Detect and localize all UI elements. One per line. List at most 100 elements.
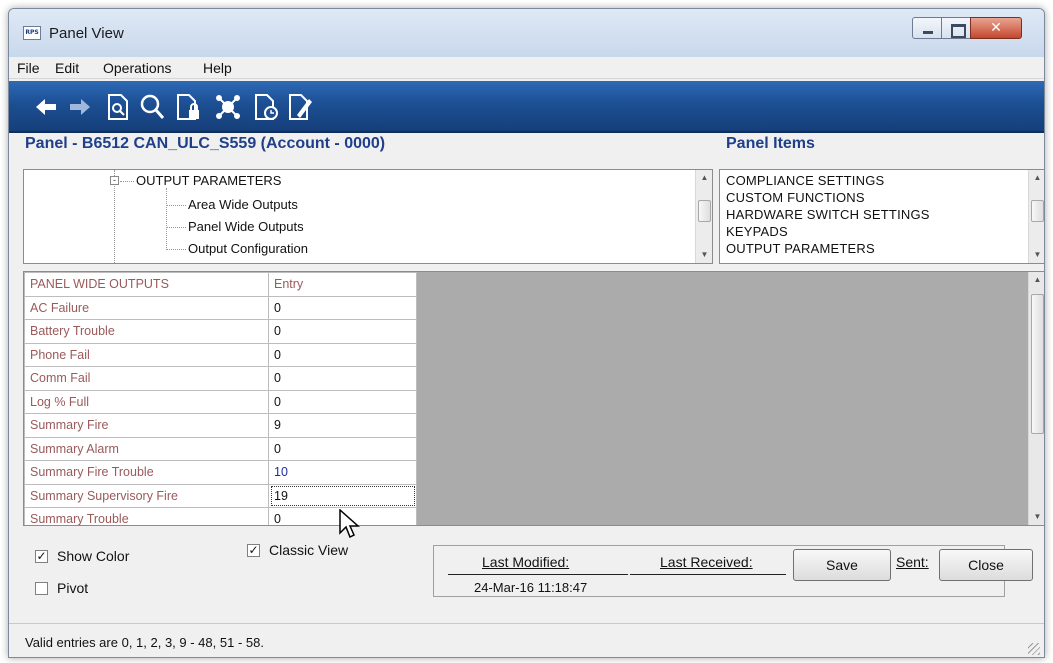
row-label: AC Failure	[24, 295, 269, 320]
tree-node-output-parameters[interactable]: OUTPUT PARAMETERS	[136, 173, 281, 188]
table-row: AC Failure 0	[24, 295, 417, 320]
network-icon[interactable]	[215, 93, 241, 121]
scroll-up-icon[interactable]: ▲	[1029, 170, 1044, 186]
forward-arrow-icon[interactable]	[67, 93, 93, 121]
app-icon: RPS	[23, 26, 41, 40]
last-modified-value: 24-Mar-16 11:18:47	[474, 580, 588, 595]
table-row: Summary Supervisory Fire 19	[24, 483, 417, 508]
save-button-label: Save	[826, 557, 858, 573]
window-title: Panel View	[49, 25, 124, 42]
table-row: Summary Alarm 0	[24, 436, 417, 461]
list-item[interactable]: CUSTOM FUNCTIONS	[726, 190, 865, 205]
panel-items-list[interactable]: COMPLIANCE SETTINGS CUSTOM FUNCTIONS HAR…	[719, 169, 1044, 264]
list-item[interactable]: COMPLIANCE SETTINGS	[726, 173, 884, 188]
table-row: Comm Fail 0	[24, 366, 417, 391]
table-row: Phone Fail 0	[24, 342, 417, 367]
tree-node-area-wide-outputs[interactable]: Area Wide Outputs	[188, 197, 298, 212]
table-row: Battery Trouble 0	[24, 319, 417, 344]
close-button[interactable]: Close	[939, 549, 1033, 581]
scroll-up-icon[interactable]: ▲	[1029, 272, 1044, 288]
status-text: Valid entries are 0, 1, 2, 3, 9 - 48, 51…	[25, 635, 264, 650]
row-label: Summary Supervisory Fire	[24, 483, 269, 508]
items-scrollbar[interactable]: ▲ ▼	[1028, 170, 1044, 263]
title-bar[interactable]: RPS Panel View ✕	[9, 9, 1044, 57]
panel-items-title: Panel Items	[726, 135, 815, 152]
pivot-checkbox[interactable]	[35, 582, 48, 595]
menu-operations[interactable]: Operations	[103, 60, 171, 76]
entry-cell[interactable]: 0	[268, 366, 417, 391]
scroll-thumb[interactable]	[698, 200, 711, 222]
scroll-thumb[interactable]	[1031, 294, 1044, 434]
magnifier-icon[interactable]	[139, 93, 165, 121]
document-search-icon[interactable]	[105, 93, 131, 121]
scroll-up-icon[interactable]: ▲	[696, 170, 712, 186]
tree-scrollbar[interactable]: ▲ ▼	[695, 170, 712, 263]
tree-line	[114, 186, 115, 263]
tree-node-output-configuration[interactable]: Output Configuration	[188, 241, 308, 256]
row-label: Battery Trouble	[24, 319, 269, 344]
entry-cell[interactable]: 9	[268, 413, 417, 438]
menu-bar: File Edit Operations Help	[9, 57, 1044, 79]
document-lock-icon[interactable]	[175, 93, 201, 121]
show-color-checkbox[interactable]: ✓	[35, 550, 48, 563]
list-item[interactable]: OUTPUT PARAMETERS	[726, 241, 875, 256]
panel-view-window: RPS Panel View ✕ File Edit Operations He…	[8, 8, 1045, 658]
status-bar: Valid entries are 0, 1, 2, 3, 9 - 48, 51…	[9, 623, 1044, 657]
menu-help[interactable]: Help	[203, 60, 232, 76]
classic-view-label: Classic View	[269, 542, 349, 558]
show-color-label: Show Color	[57, 548, 130, 564]
list-item[interactable]: KEYPADS	[726, 224, 788, 239]
scroll-down-icon[interactable]: ▼	[1029, 509, 1044, 525]
tree-line	[166, 205, 186, 206]
row-label: Comm Fail	[24, 366, 269, 391]
table-row: Summary Fire Trouble 10	[24, 460, 417, 485]
tree-line	[120, 181, 134, 182]
last-modified-label: Last Modified:	[482, 554, 570, 570]
entry-cell[interactable]: 0	[268, 295, 417, 320]
tree-line	[166, 227, 186, 228]
scroll-thumb[interactable]	[1031, 200, 1044, 222]
row-label: Log % Full	[24, 389, 269, 414]
close-icon: ✕	[990, 19, 1002, 35]
last-received-label: Last Received:	[660, 554, 753, 570]
minimize-button[interactable]	[912, 17, 942, 39]
mouse-pointer-icon	[339, 508, 361, 544]
sent-label: Sent:	[896, 554, 929, 570]
divider	[448, 574, 628, 575]
save-button[interactable]: Save	[793, 549, 891, 581]
toolbar	[9, 81, 1044, 133]
tree-line	[166, 249, 186, 250]
row-label: Summary Fire	[24, 413, 269, 438]
row-label: Summary Fire Trouble	[24, 460, 269, 485]
close-window-button[interactable]: ✕	[970, 17, 1022, 39]
divider	[630, 574, 786, 575]
table-header-row: PANEL WIDE OUTPUTS Entry	[24, 272, 417, 297]
back-arrow-icon[interactable]	[33, 93, 59, 121]
list-item[interactable]: HARDWARE SWITCH SETTINGS	[726, 207, 930, 222]
outputs-grid: PANEL WIDE OUTPUTS Entry AC Failure 0 Ba…	[23, 271, 1044, 526]
document-clock-icon[interactable]	[253, 93, 279, 121]
outputs-table: PANEL WIDE OUTPUTS Entry AC Failure 0 Ba…	[24, 272, 417, 525]
document-edit-icon[interactable]	[287, 93, 313, 121]
entry-cell[interactable]: 0	[268, 436, 417, 461]
table-row: Summary Fire 9	[24, 413, 417, 438]
column-header-entry: Entry	[268, 272, 417, 297]
entry-cell[interactable]: 0	[268, 342, 417, 367]
grid-scrollbar[interactable]: ▲ ▼	[1028, 272, 1044, 525]
menu-edit[interactable]: Edit	[55, 60, 79, 76]
column-header-label: PANEL WIDE OUTPUTS	[24, 272, 269, 297]
tree-collapse-toggle[interactable]: -	[110, 176, 119, 185]
maximize-button[interactable]	[941, 17, 971, 39]
entry-cell[interactable]: 0	[268, 319, 417, 344]
scroll-down-icon[interactable]: ▼	[696, 247, 712, 263]
entry-cell-active[interactable]: 19	[268, 483, 417, 508]
classic-view-checkbox[interactable]: ✓	[247, 544, 260, 557]
resize-grip-icon[interactable]	[1028, 643, 1040, 655]
settings-tree[interactable]: - OUTPUT PARAMETERS Area Wide Outputs Pa…	[23, 169, 713, 264]
table-row: Log % Full 0	[24, 389, 417, 414]
entry-cell[interactable]: 10	[268, 460, 417, 485]
tree-node-panel-wide-outputs[interactable]: Panel Wide Outputs	[188, 219, 304, 234]
menu-file[interactable]: File	[17, 60, 40, 76]
scroll-down-icon[interactable]: ▼	[1029, 247, 1044, 263]
entry-cell[interactable]: 0	[268, 389, 417, 414]
